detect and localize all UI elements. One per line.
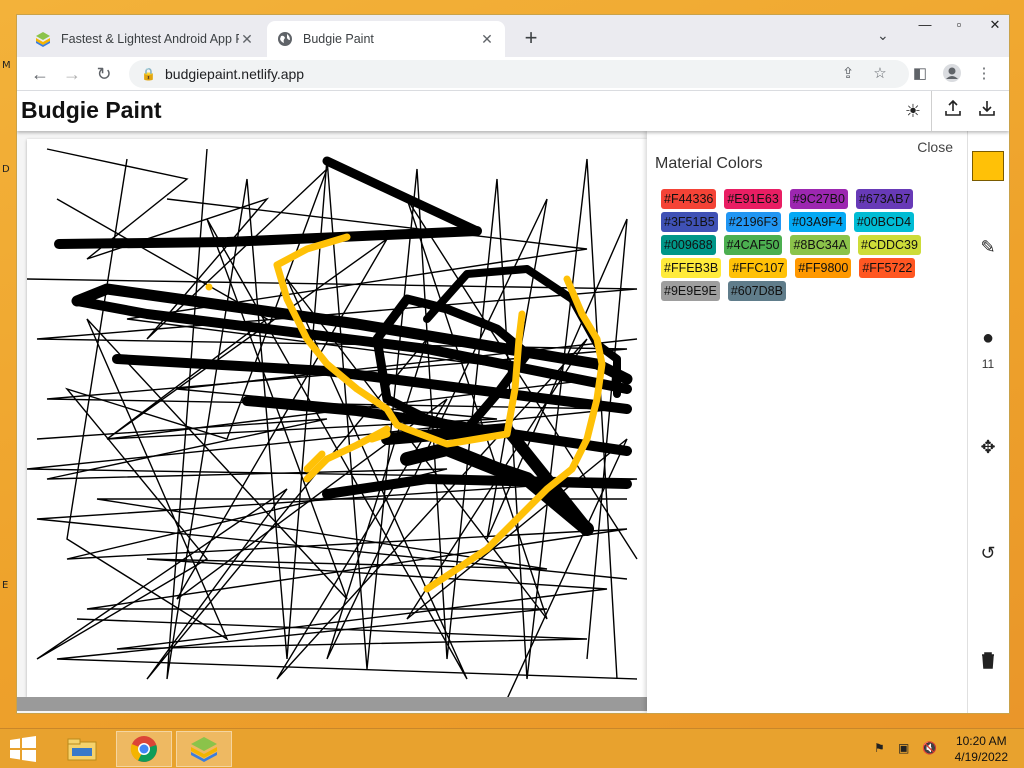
- trash-icon[interactable]: [968, 651, 1008, 674]
- color-swatch[interactable]: #FF9800: [795, 258, 852, 278]
- tool-sidebar: ✎ ● 11 ✥ ↺: [967, 131, 1009, 713]
- lock-icon: 🔒: [141, 67, 156, 81]
- upload-icon[interactable]: [937, 95, 969, 127]
- current-color-swatch[interactable]: [972, 151, 1004, 181]
- tab-title: Fastest & Lightest Android App P: [61, 32, 239, 46]
- close-panel-button[interactable]: Close: [917, 139, 953, 155]
- app-header: Budgie Paint ☀: [17, 91, 1009, 131]
- color-swatch[interactable]: #9C27B0: [789, 189, 848, 209]
- color-swatch[interactable]: #FFC107: [729, 258, 788, 278]
- color-picker-panel: Close Material Colors #F44336 #E91E63 #9C2…: [647, 131, 967, 713]
- color-swatch[interactable]: #00BCD4: [853, 212, 915, 232]
- menu-kebab-icon[interactable]: ⋮: [973, 63, 995, 85]
- color-swatch[interactable]: #FFEB3B: [661, 258, 722, 278]
- clock-date: 4/19/2022: [954, 750, 1008, 764]
- color-swatch[interactable]: #3F51B5: [661, 212, 718, 232]
- color-swatch-list: #F44336 #E91E63 #9C27B0 #673AB7 #3F51B5 #2196…: [661, 189, 951, 304]
- profile-avatar-icon[interactable]: [941, 63, 963, 85]
- color-swatch[interactable]: #FF5722: [859, 258, 916, 278]
- close-tab-icon[interactable]: ✕: [479, 31, 495, 48]
- page-content: Budgie Paint ☀ Close Material Colors #F4…: [17, 91, 1009, 713]
- brush-size-value: 11: [981, 357, 995, 371]
- divider: [931, 91, 932, 131]
- move-arrows-icon[interactable]: ✥: [968, 437, 1008, 458]
- browser-toolbar: ← → ↻ 🔒 budgiepaint.netlify.app ⇪ ☆ ◧ ⋮: [17, 57, 1009, 91]
- file-explorer-icon[interactable]: [54, 731, 110, 767]
- undo-icon[interactable]: ↺: [968, 543, 1008, 564]
- canvas-scrollbar[interactable]: [17, 697, 647, 711]
- desktop-icon-label: D: [2, 164, 10, 175]
- color-swatch[interactable]: #8BC34A: [790, 235, 850, 255]
- drawing-canvas[interactable]: [27, 139, 647, 697]
- close-tab-icon[interactable]: ✕: [239, 31, 255, 48]
- tab-budgie-paint[interactable]: Budgie Paint ✕: [267, 21, 505, 57]
- back-icon[interactable]: ←: [27, 61, 53, 87]
- brush-size-dot-icon[interactable]: ●: [968, 327, 1008, 350]
- desktop-icon-label: E: [2, 580, 9, 591]
- close-window-button[interactable]: ✕: [981, 15, 1009, 35]
- url-text: budgiepaint.netlify.app: [165, 66, 305, 82]
- canvas-drawing: [27, 148, 638, 697]
- color-swatch[interactable]: #009688: [661, 235, 716, 255]
- browser-window: Fastest & Lightest Android App P ✕ Budgi…: [16, 14, 1010, 714]
- share-icon[interactable]: ⇪: [837, 63, 859, 85]
- bluestacks-icon: [35, 31, 51, 47]
- bookmark-star-icon[interactable]: ☆: [869, 63, 891, 85]
- taskbar: ⚑ ▣ 🔇 10:20 AM 4/19/2022: [0, 728, 1024, 768]
- tab-search-icon[interactable]: ⌄: [877, 27, 889, 44]
- panel-title: Material Colors: [655, 155, 763, 172]
- action-center-flag-icon[interactable]: ⚑: [874, 741, 885, 755]
- app-title: Budgie Paint: [21, 97, 162, 123]
- color-swatch[interactable]: #CDDC39: [858, 235, 921, 255]
- theme-toggle-sun-icon[interactable]: ☀: [897, 95, 929, 127]
- minimize-button[interactable]: —: [913, 15, 937, 35]
- network-icon[interactable]: ▣: [898, 741, 909, 755]
- reload-icon[interactable]: ↻: [91, 61, 117, 87]
- color-swatch[interactable]: #607D8B: [727, 281, 786, 301]
- tab-strip: Fastest & Lightest Android App P ✕ Budgi…: [17, 15, 1009, 57]
- clock-time: 10:20 AM: [955, 734, 1007, 748]
- address-bar[interactable]: 🔒 budgiepaint.netlify.app: [129, 60, 909, 88]
- download-icon[interactable]: [971, 95, 1003, 127]
- tab-title: Budgie Paint: [303, 32, 374, 46]
- windows-start-icon[interactable]: [8, 735, 38, 763]
- desktop-icon-label: M: [2, 60, 11, 71]
- color-swatch[interactable]: #E91E63: [724, 189, 782, 209]
- color-swatch[interactable]: #4CAF50: [723, 235, 783, 255]
- tab-bluestacks[interactable]: Fastest & Lightest Android App P ✕: [25, 21, 265, 57]
- side-panel-icon[interactable]: ◧: [909, 63, 931, 85]
- forward-icon[interactable]: →: [59, 61, 85, 87]
- chrome-icon[interactable]: [116, 731, 172, 767]
- volume-muted-icon[interactable]: 🔇: [922, 741, 937, 755]
- pencil-icon[interactable]: ✎: [968, 237, 1008, 258]
- maximize-button[interactable]: ▫: [947, 15, 971, 35]
- color-swatch[interactable]: #F44336: [661, 189, 717, 209]
- color-swatch[interactable]: #9E9E9E: [661, 281, 720, 301]
- globe-icon: [277, 31, 293, 47]
- color-swatch[interactable]: #2196F3: [725, 212, 782, 232]
- new-tab-button[interactable]: +: [517, 25, 545, 53]
- color-swatch[interactable]: #673AB7: [855, 189, 914, 209]
- system-clock[interactable]: 10:20 AM 4/19/2022: [955, 733, 1008, 765]
- color-swatch[interactable]: #03A9F4: [789, 212, 846, 232]
- bluestacks-taskbar-icon[interactable]: [176, 731, 232, 767]
